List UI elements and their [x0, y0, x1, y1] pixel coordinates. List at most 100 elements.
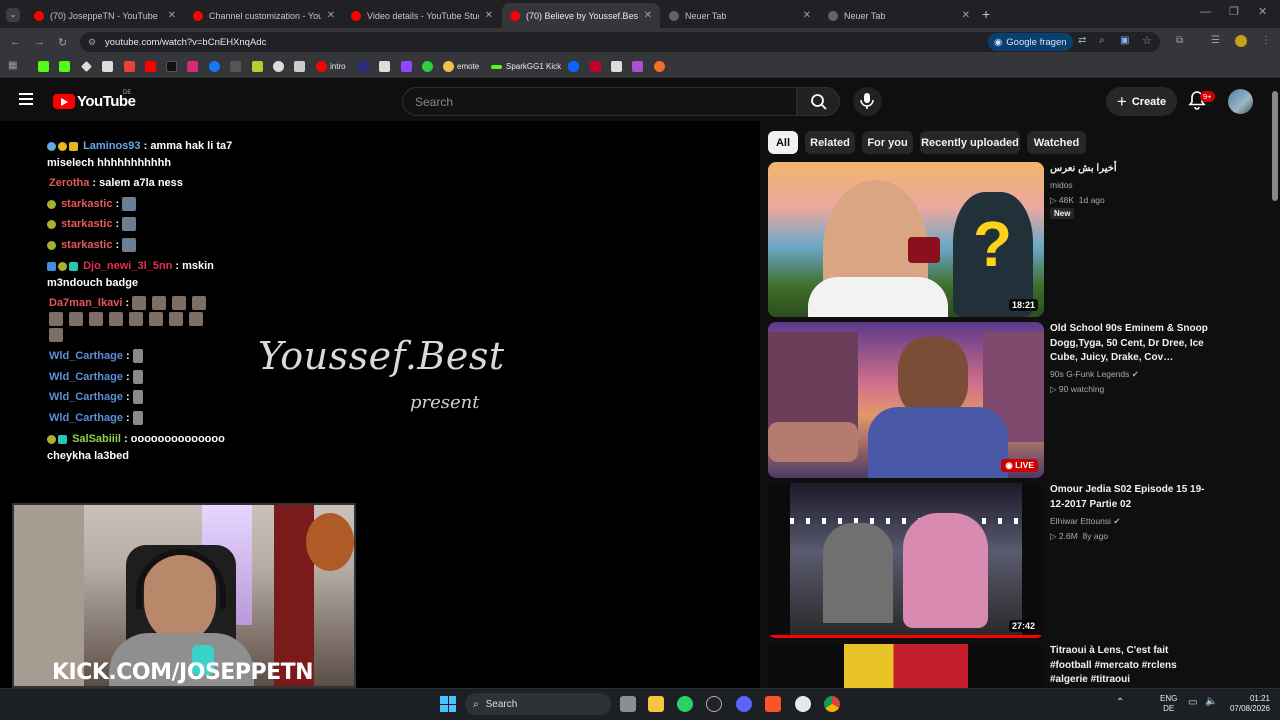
- minimize-window-icon[interactable]: —: [1200, 6, 1211, 18]
- tab-search-icon[interactable]: ⌄: [6, 8, 20, 22]
- site-info-icon[interactable]: ⚙: [88, 37, 96, 48]
- forward-arrow-icon[interactable]: →: [34, 36, 45, 48]
- video-title[interactable]: أخيرا بش نعرس: [1050, 162, 1210, 177]
- video-thumbnail[interactable]: ◉ LIVE: [768, 322, 1044, 478]
- sparkgg-bookmark-icon[interactable]: [491, 65, 502, 69]
- chip-all[interactable]: All: [768, 131, 798, 154]
- tray-overflow-icon[interactable]: ⌃: [1116, 697, 1124, 708]
- close-tab-icon[interactable]: ✕: [962, 10, 970, 21]
- chrome-icon[interactable]: [824, 696, 840, 712]
- voice-search-button[interactable]: [853, 87, 882, 116]
- extensions-icon[interactable]: ⧉: [1176, 35, 1183, 46]
- taskbar-search-box[interactable]: ⌕ Search: [465, 693, 611, 715]
- twitch-bookmark-icon[interactable]: [401, 61, 412, 72]
- bookmark-plant-icon[interactable]: [252, 61, 263, 72]
- language-indicator[interactable]: ENG DE: [1160, 694, 1177, 714]
- close-tab-icon[interactable]: ✕: [485, 10, 493, 21]
- brave-icon[interactable]: [765, 696, 781, 712]
- tiktok-bookmark-icon[interactable]: [166, 61, 177, 72]
- close-tab-icon[interactable]: ✕: [644, 10, 652, 21]
- video-title[interactable]: Old School 90s Eminem & Snoop Dogg,Tyga,…: [1050, 322, 1210, 366]
- kick-bookmark-icon[interactable]: [38, 61, 49, 72]
- browser-tab[interactable]: Neuer Tab ✕: [820, 3, 978, 28]
- close-tab-icon[interactable]: ✕: [168, 10, 176, 21]
- instagram-bookmark-icon[interactable]: [187, 61, 198, 72]
- close-tab-icon[interactable]: ✕: [803, 10, 811, 21]
- browser-tab-active[interactable]: (70) Believe by Youssef.Best - YouTube ✕: [502, 3, 660, 28]
- video-title[interactable]: Titraoui à Lens, C'est fait #football #m…: [1050, 644, 1210, 688]
- page-scrollbar[interactable]: [1270, 81, 1280, 688]
- browser-tab[interactable]: (70) JoseppeTN - YouTube ✕: [26, 3, 184, 28]
- bookmark-p-icon[interactable]: [379, 61, 390, 72]
- chip-recently-uploaded[interactable]: Recently uploaded: [920, 131, 1020, 154]
- emote-bookmark-icon[interactable]: [443, 61, 454, 72]
- bookmark-star-icon[interactable]: ☆: [1142, 34, 1152, 47]
- browser-tab[interactable]: Video details - YouTube Studio ✕: [343, 3, 501, 28]
- back-arrow-icon[interactable]: ←: [10, 36, 21, 48]
- bookmark-purple-icon[interactable]: [632, 61, 643, 72]
- monitor-icon[interactable]: ▭: [1188, 697, 1197, 708]
- bookmark-intro[interactable]: intro: [330, 62, 346, 71]
- video-channel[interactable]: Elhiwar Ettounsi ✔: [1050, 516, 1120, 527]
- bookmark-emote[interactable]: emote: [457, 62, 479, 71]
- speaker-icon[interactable]: 🔈: [1205, 696, 1217, 707]
- new-tab-plus-icon[interactable]: +: [982, 6, 990, 22]
- intro-youtube-icon[interactable]: [316, 61, 327, 72]
- translate-icon[interactable]: ⇄: [1078, 35, 1086, 46]
- chip-related[interactable]: Related: [805, 131, 855, 154]
- reload-icon[interactable]: ↻: [58, 36, 67, 49]
- whatsapp-icon[interactable]: [677, 696, 693, 712]
- video-channel[interactable]: 90s G-Funk Legends ✔: [1050, 369, 1139, 380]
- chip-watched[interactable]: Watched: [1027, 131, 1086, 154]
- bookmark-green-icon[interactable]: [422, 61, 433, 72]
- search-input[interactable]: Search: [402, 87, 796, 116]
- video-channel[interactable]: midos: [1050, 180, 1073, 190]
- browser-menu-icon[interactable]: ⋮: [1261, 35, 1271, 46]
- google-ask-button[interactable]: ◉ Google fragen: [988, 33, 1073, 51]
- task-view-icon[interactable]: [620, 696, 636, 712]
- zoom-icon[interactable]: ⌕: [1099, 35, 1105, 46]
- vimeo-bookmark-icon[interactable]: [358, 61, 369, 72]
- video-title[interactable]: Omour Jedia S02 Episode 15 19-12-2017 Pa…: [1050, 483, 1210, 512]
- restore-window-icon[interactable]: ❐: [1229, 5, 1239, 18]
- video-thumbnail[interactable]: 27:42: [768, 483, 1044, 638]
- bookmark-orange-icon[interactable]: [654, 61, 665, 72]
- bookmark-red-icon[interactable]: [590, 61, 601, 72]
- reading-list-icon[interactable]: ☰: [1211, 35, 1220, 46]
- gmail-bookmark-icon[interactable]: [124, 61, 135, 72]
- video-thumbnail[interactable]: [768, 644, 1044, 688]
- bookmark-download-icon[interactable]: [102, 61, 113, 72]
- video-thumbnail[interactable]: ? 18:21: [768, 162, 1044, 317]
- bookmark-grid-icon[interactable]: [611, 61, 622, 72]
- scrollbar-thumb[interactable]: [1272, 91, 1278, 201]
- youtube-favicon-icon: [193, 10, 203, 21]
- bookmark-doc-icon[interactable]: [294, 61, 305, 72]
- facebook-bookmark-icon[interactable]: [209, 61, 220, 72]
- emote-icon: [69, 312, 83, 327]
- xbox-icon[interactable]: [795, 696, 811, 712]
- create-button[interactable]: + Create: [1106, 87, 1177, 116]
- bookmark-d-icon[interactable]: [59, 61, 70, 72]
- url-text[interactable]: youtube.com/watch?v=bCnEHXnqAdc: [105, 37, 266, 48]
- discord-icon[interactable]: [736, 696, 752, 712]
- youtube-bookmark-icon[interactable]: [145, 61, 156, 72]
- profile-avatar-icon[interactable]: [1235, 35, 1247, 47]
- search-button[interactable]: [796, 87, 840, 116]
- close-window-icon[interactable]: ✕: [1258, 5, 1267, 18]
- browser-tab[interactable]: Neuer Tab ✕: [661, 3, 819, 28]
- obs-icon[interactable]: [706, 696, 722, 712]
- browser-tab[interactable]: Channel customization - YouTube ✕: [185, 3, 343, 28]
- apps-grid-icon[interactable]: ▦: [8, 60, 17, 71]
- chip-for-you[interactable]: For you: [862, 131, 913, 154]
- file-explorer-icon[interactable]: [648, 696, 664, 712]
- bookmark-github-icon[interactable]: [273, 61, 284, 72]
- cast-icon[interactable]: ▣: [1120, 35, 1129, 46]
- windows-start-icon[interactable]: [440, 696, 456, 712]
- close-tab-icon[interactable]: ✕: [327, 10, 335, 21]
- hamburger-menu-icon[interactable]: [19, 93, 33, 105]
- meta-bookmark-icon[interactable]: [568, 61, 579, 72]
- clock[interactable]: 01:21 07/08/2026: [1222, 694, 1270, 714]
- bookmark-sparkgg1-kick[interactable]: SparkGG1 Kick: [506, 62, 561, 71]
- account-avatar[interactable]: [1228, 89, 1253, 114]
- bookmark-dark-icon[interactable]: [230, 61, 241, 72]
